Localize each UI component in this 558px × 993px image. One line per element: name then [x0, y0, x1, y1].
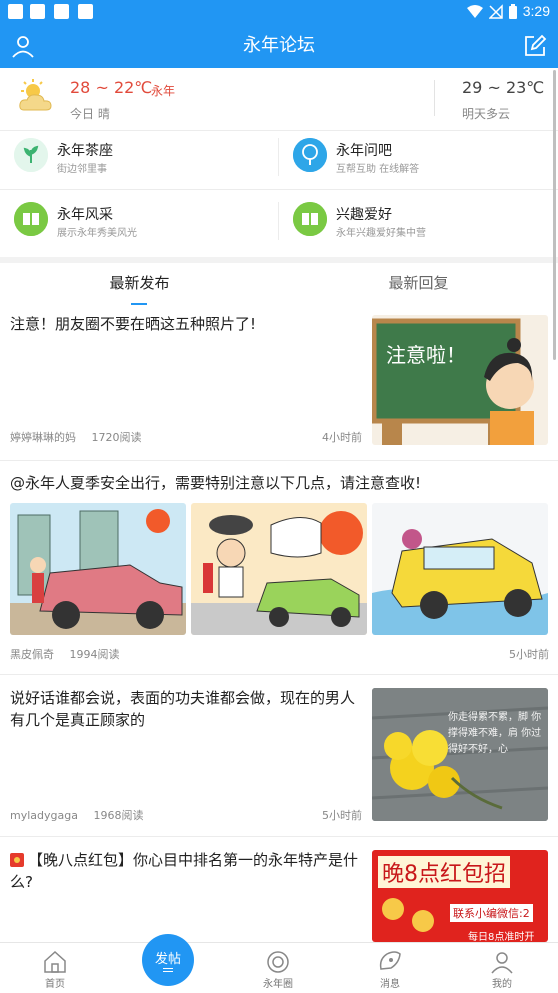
menu-icon	[163, 971, 173, 972]
post-title: 说好话谁都会说，表面的功夫谁都会做，现在的男人有几个是真正顾家的	[10, 689, 356, 729]
post-title: 【晚八点红包】你心目中排名第一的永年特产是什么?	[10, 851, 359, 891]
new-post-button[interactable]: 发帖	[142, 934, 194, 986]
nav-label: 首页	[45, 979, 65, 990]
tree-icon	[293, 138, 327, 172]
wifi-icon	[467, 5, 483, 18]
post-image[interactable]	[10, 503, 186, 635]
book-icon	[14, 202, 48, 236]
nav-messages[interactable]: 消息	[345, 943, 435, 993]
tab-latest-posts[interactable]: 最新发布	[0, 263, 279, 311]
tab-latest-replies[interactable]: 最新回复	[279, 263, 558, 311]
category-subtitle: 街边邻里事	[57, 164, 107, 175]
post-item[interactable]: 注意！朋友圈不要在晒这五种照片了! 婷婷琳琳的妈 1720阅读 4小时前 注意啦…	[0, 305, 558, 461]
tab-label: 最新回复	[388, 274, 449, 292]
status-bar: 3:29	[0, 0, 558, 23]
category-ask[interactable]: 永年问吧 互帮互助 在线解答	[293, 128, 543, 188]
category-title: 兴趣爱好	[336, 207, 392, 223]
post-thumbnail[interactable]: 你走得累不累，脚 你撑得难不难，肩 你过得好不好，心	[372, 688, 548, 821]
post-time: 5小时前	[322, 809, 362, 822]
nav-label: 永年圈	[263, 979, 293, 990]
nav-label: 我的	[492, 979, 512, 990]
divider	[278, 202, 279, 240]
category-subtitle: 永年兴趣爱好集中营	[336, 228, 426, 239]
post-thumbnail[interactable]: 晚8点红包招 联系小编微信:2 每日8点准时开	[372, 850, 548, 942]
category-title: 永年茶座	[57, 143, 113, 159]
divider	[278, 138, 279, 176]
scrollbar[interactable]	[553, 70, 556, 360]
post-thumbnail[interactable]: 注意啦！	[372, 315, 548, 445]
thumbnail-text: 晚8点红包招	[378, 856, 510, 888]
circle-icon	[267, 951, 289, 973]
post-time: 5小时前	[509, 648, 549, 661]
coin-icon	[412, 910, 434, 932]
thumbnail-subtext: 每日8点准时开	[468, 932, 535, 942]
post-views: 1994阅读	[69, 648, 120, 661]
nav-home[interactable]: 首页	[10, 943, 100, 993]
message-icon	[379, 951, 401, 970]
today-weather: 今日 晴	[70, 107, 110, 121]
post-meta: 婷婷琳琳的妈 1720阅读	[10, 429, 154, 445]
nav-label: 消息	[380, 979, 400, 990]
home-icon	[44, 950, 66, 973]
post-title: 注意！朋友圈不要在晒这五种照片了!	[10, 315, 257, 333]
post-author: 婷婷琳琳的妈	[10, 431, 76, 444]
feed-tabs: 最新发布 最新回复	[0, 257, 558, 311]
bottom-navigation: 首页 永年圈 消息 我的	[0, 942, 558, 993]
app-header: 永年论坛	[0, 23, 558, 68]
sunny-cloudy-icon	[19, 79, 52, 111]
post-views: 1720阅读	[91, 431, 142, 444]
nav-circle[interactable]: 永年圈	[233, 943, 323, 993]
post-author: myladygaga	[10, 809, 78, 822]
battery-icon	[509, 4, 517, 19]
category-scenery[interactable]: 永年风采 展示永年秀美风光	[14, 192, 264, 252]
nav-profile[interactable]: 我的	[457, 943, 547, 993]
post-title: @永年人夏季安全出行，需要特别注意以下几点，请注意查收!	[10, 474, 422, 492]
category-subtitle: 展示永年秀美风光	[57, 228, 137, 239]
tomorrow-temperature: 29 ~ 23℃	[462, 78, 545, 97]
new-post-label: 发帖	[154, 952, 181, 967]
thumbnail-text: 注意啦！	[386, 343, 466, 367]
city-label: 永年	[151, 84, 176, 98]
post-time: 4小时前	[322, 431, 362, 444]
category-subtitle: 互帮互助 在线解答	[336, 164, 420, 175]
tomorrow-weather: 明天多云	[462, 107, 511, 121]
signal-icon	[489, 4, 503, 19]
post-item[interactable]: 【晚八点红包】你心目中排名第一的永年特产是什么? 晚8点红包招 联系小编微信:2…	[0, 836, 558, 942]
page-title: 永年论坛	[243, 35, 315, 56]
post-image[interactable]	[372, 503, 548, 635]
category-title: 永年问吧	[336, 143, 392, 159]
tab-label: 最新发布	[109, 274, 170, 292]
post-meta: myladygaga 1968阅读	[10, 807, 155, 823]
leaf-icon	[14, 138, 48, 172]
post-views: 1968阅读	[93, 809, 144, 822]
category-title: 永年风采	[57, 207, 113, 223]
post-item[interactable]: @永年人夏季安全出行，需要特别注意以下几点，请注意查收! 黑皮佩奇 1994阅读…	[0, 460, 558, 675]
menu-icon	[163, 968, 173, 969]
edit-icon[interactable]	[522, 33, 548, 59]
post-meta: 黑皮佩奇 1994阅读	[10, 646, 132, 662]
notification-icon	[30, 4, 45, 19]
thumbnail-subtext: 联系小编微信:2	[450, 904, 533, 922]
notification-icon	[8, 4, 23, 19]
today-temperature: 28 ~ 22℃	[70, 78, 153, 97]
post-item[interactable]: 说好话谁都会说，表面的功夫谁都会做，现在的男人有几个是真正顾家的 myladyg…	[0, 674, 558, 837]
category-hobbies[interactable]: 兴趣爱好 永年兴趣爱好集中营	[293, 192, 543, 252]
profile-icon	[491, 952, 513, 974]
status-time: 3:29	[522, 3, 550, 19]
post-image[interactable]	[191, 503, 367, 635]
book-icon	[293, 202, 327, 236]
weather-panel: 28 ~ 22℃ 永年 今日 晴 29 ~ 23℃ 明天多云	[0, 68, 558, 130]
category-teahouse[interactable]: 永年茶座 街边邻里事	[14, 128, 264, 188]
weather-divider	[434, 80, 435, 116]
coin-icon	[382, 898, 404, 920]
image-icon	[54, 4, 69, 19]
post-author: 黑皮佩奇	[10, 648, 54, 661]
app-icon	[78, 4, 93, 19]
thumbnail-text: 你走得累不累，脚 你撑得难不难，肩 你过得好不好，心	[448, 712, 542, 755]
divider	[0, 189, 558, 190]
